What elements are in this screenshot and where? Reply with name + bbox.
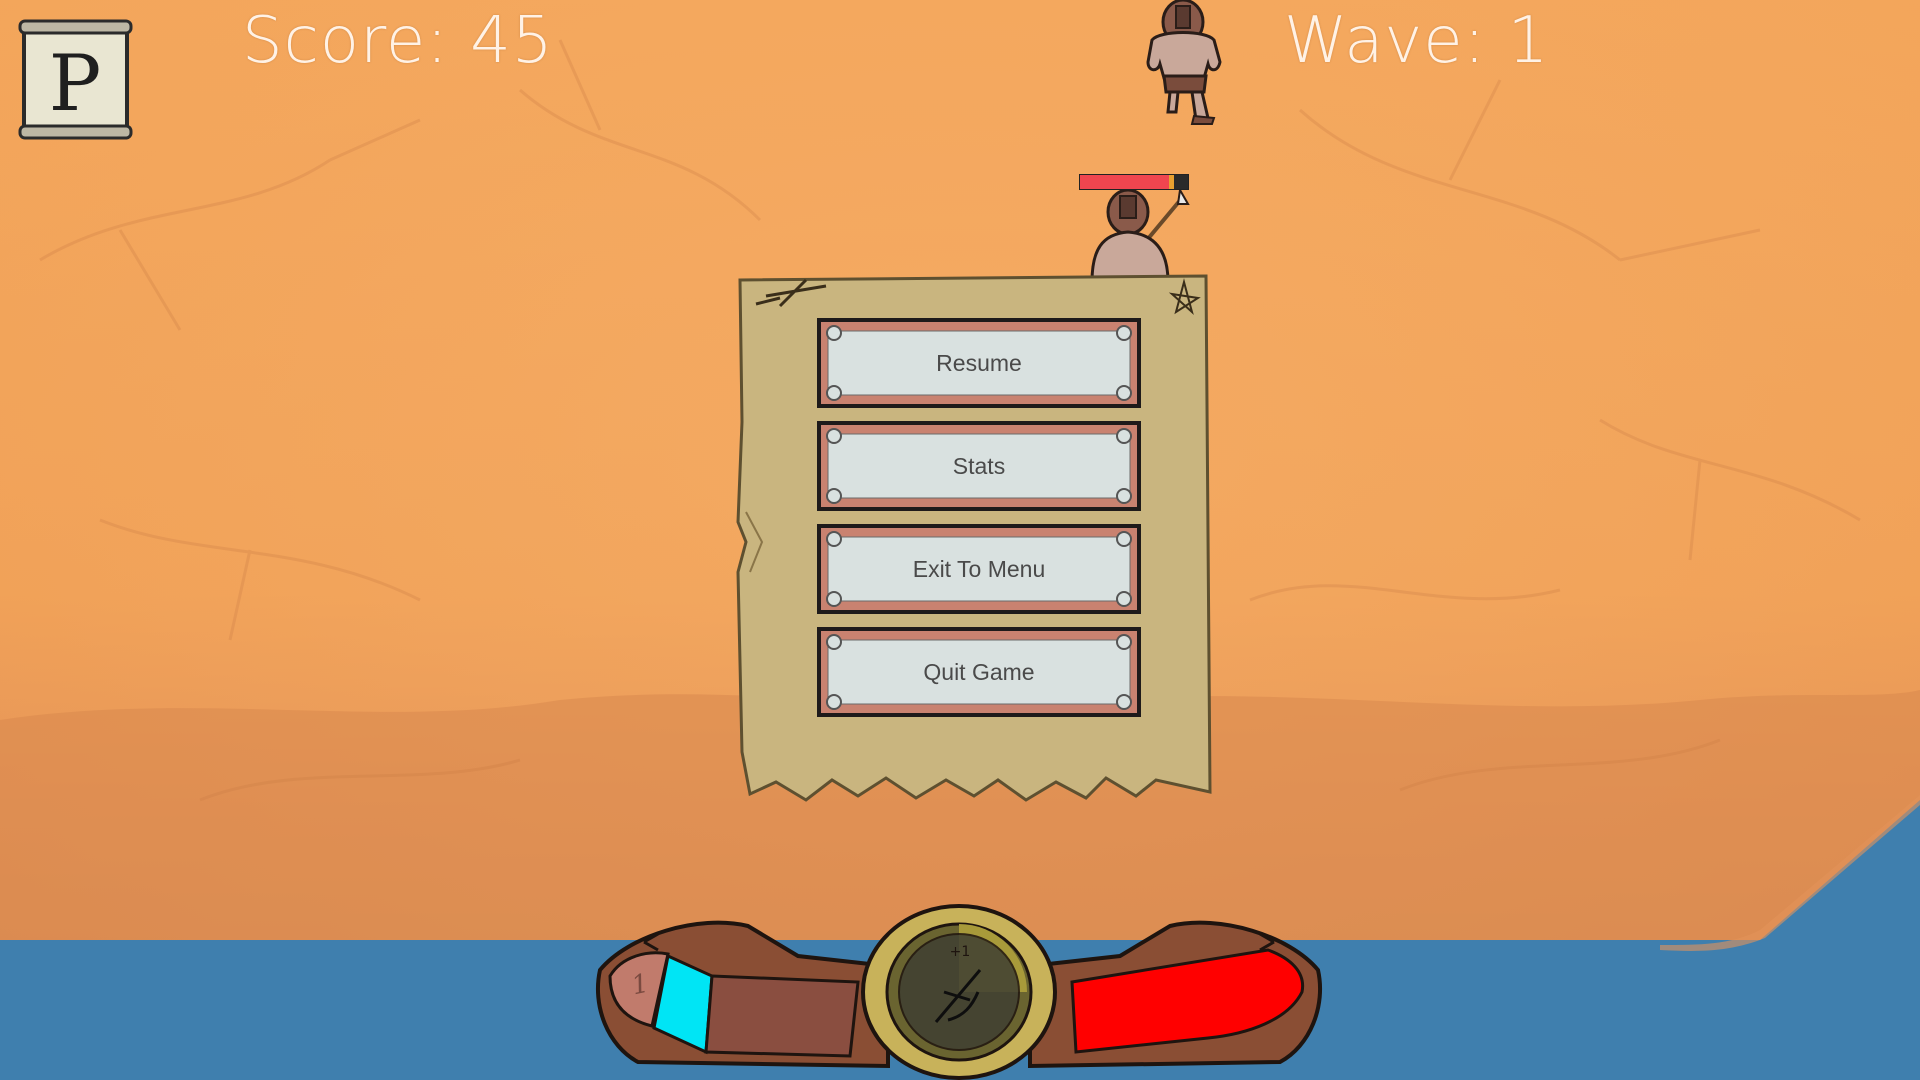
pause-glyph: P	[49, 39, 101, 129]
enemy-health-bar	[1079, 174, 1189, 190]
wave-label: Wave: 1	[1284, 4, 1550, 78]
score-label: Score: 45	[242, 4, 554, 78]
player-hotbar: +1	[595, 904, 1323, 1080]
stats-label: Stats	[952, 452, 1006, 479]
health-fill	[1080, 175, 1169, 189]
resume-button[interactable]: Resume	[816, 317, 1142, 409]
center-badge-text: +1	[950, 944, 971, 960]
pause-button[interactable]: P	[18, 18, 133, 142]
quit-game-label: Quit Game	[923, 658, 1035, 685]
brute-enemy	[1146, 0, 1222, 125]
exit-to-menu-label: Exit To Menu	[912, 555, 1046, 582]
spearman-enemy	[1090, 190, 1190, 282]
exit-to-menu-button[interactable]: Exit To Menu	[816, 523, 1142, 615]
stats-button[interactable]: Stats	[816, 420, 1142, 512]
resume-label: Resume	[936, 349, 1022, 376]
health-tick	[1168, 175, 1174, 189]
quit-game-button[interactable]: Quit Game	[816, 626, 1142, 718]
